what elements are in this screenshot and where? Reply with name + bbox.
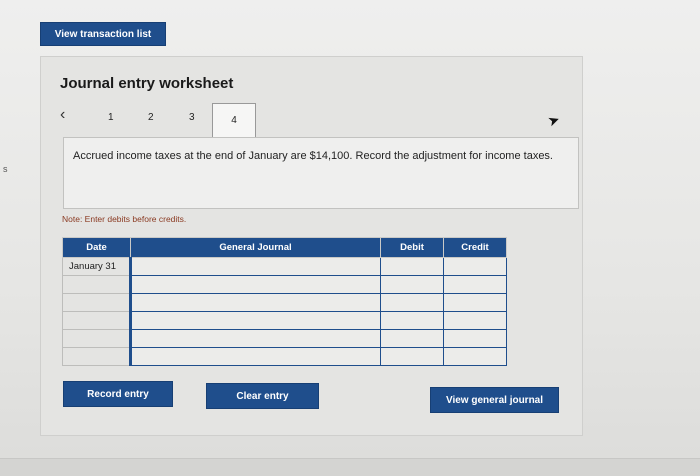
prompt-text: Accrued income taxes at the end of Janua… [73, 150, 553, 162]
credit-input[interactable] [443, 257, 507, 276]
debit-credit-note: Note: Enter debits before credits. [62, 214, 187, 224]
table-header-row: Date General Journal Debit Credit [62, 237, 507, 258]
table-row [62, 347, 507, 366]
page-tab-4[interactable]: 4 [212, 103, 256, 137]
view-transaction-list-button[interactable]: View transaction list [40, 22, 166, 46]
account-input[interactable] [129, 257, 381, 276]
date-cell [62, 311, 131, 330]
page-tab-1[interactable]: 1 [108, 112, 114, 123]
table-row [62, 311, 507, 330]
debit-input[interactable] [380, 347, 444, 366]
column-header-general-journal: General Journal [130, 237, 381, 258]
debit-input[interactable] [380, 293, 444, 312]
date-cell: January 31 [62, 257, 131, 276]
credit-input[interactable] [443, 329, 507, 348]
date-cell [62, 329, 131, 348]
chevron-left-icon[interactable]: ‹ [60, 106, 65, 124]
question-prompt: Accrued income taxes at the end of Janua… [63, 137, 579, 209]
table-row [62, 329, 507, 348]
account-input[interactable] [129, 329, 381, 348]
column-header-debit: Debit [380, 237, 444, 258]
journal-table: Date General Journal Debit Credit Januar… [62, 237, 507, 366]
edge-glyph: s [3, 164, 8, 174]
page-bottom-bar [0, 458, 700, 476]
debit-input[interactable] [380, 311, 444, 330]
credit-input[interactable] [443, 347, 507, 366]
page-tab-4-label: 4 [231, 115, 237, 126]
date-cell [62, 275, 131, 294]
page-tab-2[interactable]: 2 [148, 112, 154, 123]
view-general-journal-button[interactable]: View general journal [430, 387, 559, 413]
account-input[interactable] [129, 347, 381, 366]
record-entry-button[interactable]: Record entry [63, 381, 173, 407]
credit-input[interactable] [443, 275, 507, 294]
account-input[interactable] [129, 293, 381, 312]
table-row [62, 293, 507, 312]
date-cell [62, 293, 131, 312]
table-row [62, 275, 507, 294]
credit-input[interactable] [443, 293, 507, 312]
debit-input[interactable] [380, 329, 444, 348]
debit-input[interactable] [380, 257, 444, 276]
date-cell [62, 347, 131, 366]
table-row: January 31 [62, 257, 507, 276]
clear-entry-button[interactable]: Clear entry [206, 383, 319, 409]
worksheet-title: Journal entry worksheet [60, 75, 234, 92]
column-header-credit: Credit [443, 237, 507, 258]
page-tab-3[interactable]: 3 [189, 112, 195, 123]
account-input[interactable] [129, 275, 381, 294]
debit-input[interactable] [380, 275, 444, 294]
account-input[interactable] [129, 311, 381, 330]
credit-input[interactable] [443, 311, 507, 330]
column-header-date: Date [62, 237, 131, 258]
